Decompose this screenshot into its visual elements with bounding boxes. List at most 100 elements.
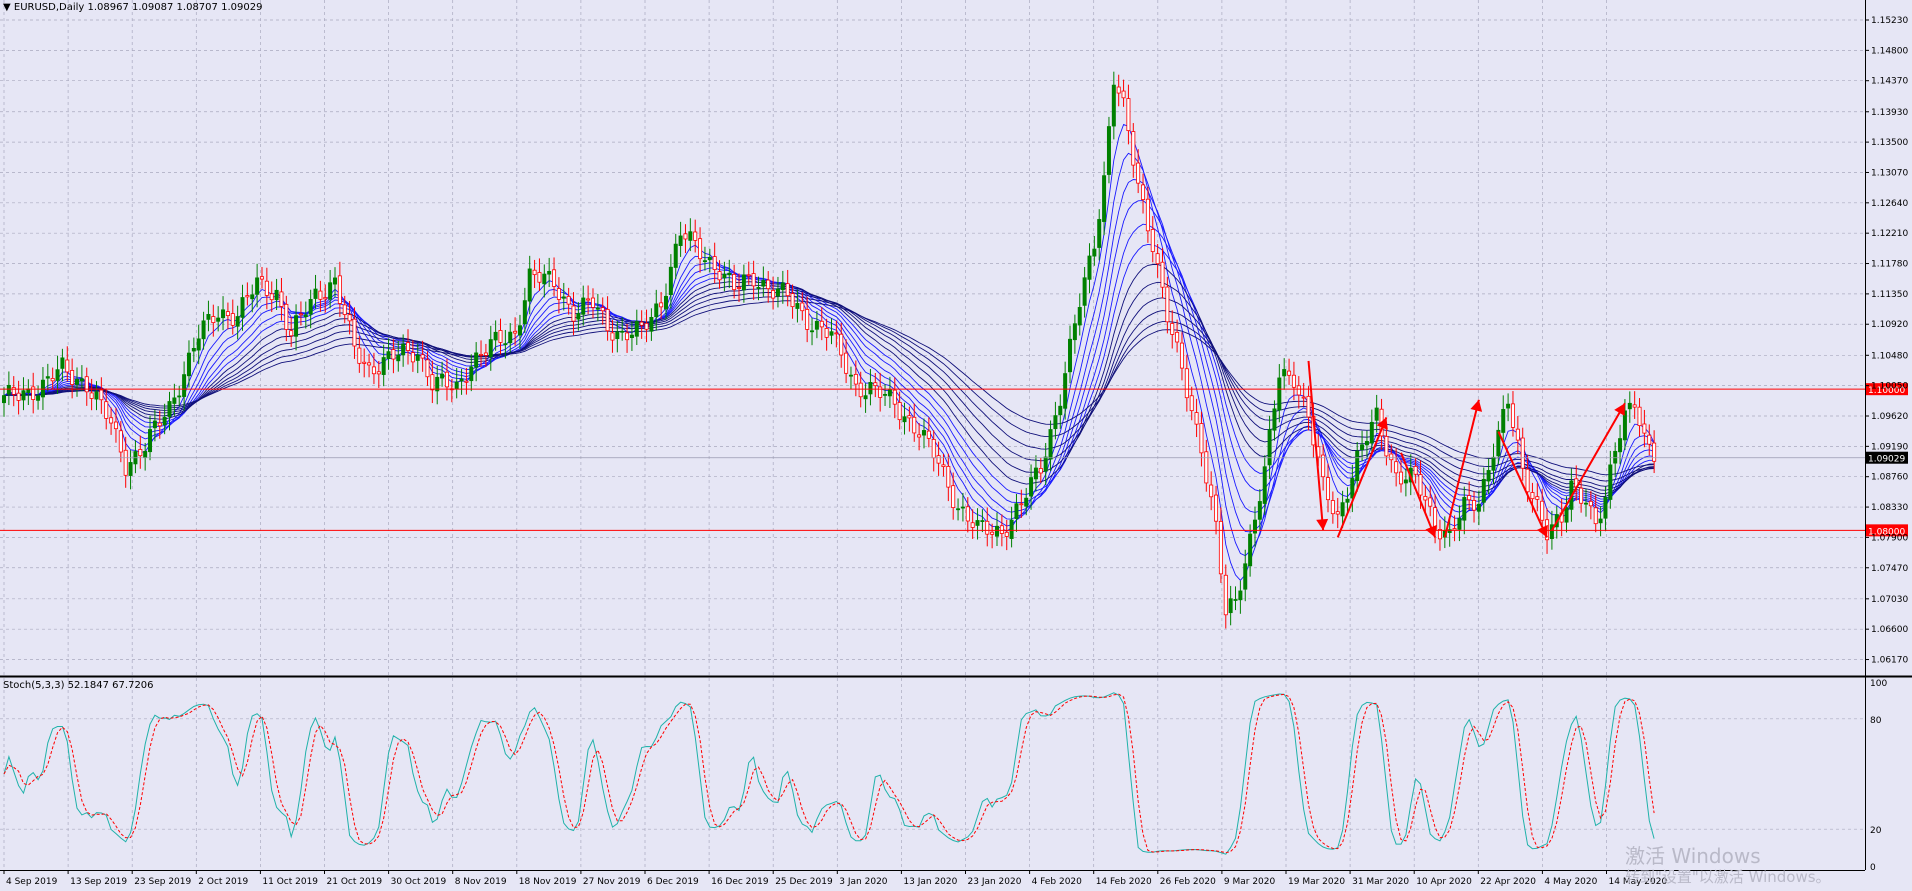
candle-body-101	[493, 331, 498, 341]
candle-body-78	[381, 357, 386, 375]
price-tick-label-21: 1.06170	[1871, 656, 1908, 666]
candle-body-123	[600, 307, 605, 312]
candle-body-331	[1613, 450, 1618, 464]
candle-body-338	[1647, 434, 1652, 445]
candle-body-251	[1223, 574, 1228, 616]
candle-body-248	[1209, 484, 1214, 498]
candle-body-205	[999, 525, 1004, 534]
candle-body-125	[610, 332, 615, 341]
time-tick-label-4: 11 Oct 2019	[262, 877, 318, 887]
candle-body-253	[1233, 599, 1238, 601]
candle-body-246	[1199, 423, 1204, 454]
price-tick-label-7: 1.12210	[1871, 229, 1908, 239]
candle-body-334	[1627, 402, 1632, 410]
candle-body-187	[912, 416, 917, 434]
candle-body-221	[1077, 307, 1082, 326]
time-tick-label-14: 13 Jan 2020	[903, 877, 957, 887]
stoch-header: Stoch(5,3,3) 52.1847 67.7206	[3, 680, 154, 691]
candle-body-274	[1335, 511, 1340, 515]
candle-body-119	[581, 297, 586, 315]
candle-body-276	[1345, 498, 1350, 503]
candle-body-278	[1355, 450, 1360, 481]
price-tick-label-3: 1.13930	[1871, 108, 1908, 118]
candle-body-104	[508, 331, 513, 344]
candle-body-31	[152, 420, 157, 429]
candle-body-261	[1272, 408, 1277, 431]
candle-body-244	[1189, 395, 1194, 412]
candle-body-4	[21, 390, 26, 401]
candle-body-315	[1535, 496, 1540, 500]
candle-body-168	[819, 320, 824, 328]
candle-body-230	[1121, 90, 1126, 99]
candle-body-156	[761, 280, 766, 287]
candle-body-60	[294, 315, 299, 337]
candle-body-56	[274, 289, 279, 301]
candle-body-97	[474, 352, 479, 368]
candle-body-234	[1141, 184, 1146, 200]
time-tick-label-22: 10 Apr 2020	[1416, 877, 1472, 887]
candle-body-149	[727, 272, 732, 276]
candle-body-134	[654, 303, 659, 318]
candle-body-41	[201, 320, 206, 340]
candle-body-325	[1583, 502, 1588, 505]
watermark-title: 激活 Windows	[1625, 844, 1761, 868]
candle-body-303	[1476, 503, 1481, 512]
time-tick-label-21: 31 Mar 2020	[1352, 877, 1409, 887]
candle-body-72	[352, 318, 357, 347]
candle-body-286	[1394, 461, 1399, 474]
candle-body-112	[547, 270, 552, 275]
candle-body-73	[357, 347, 362, 364]
candle-body-116	[566, 295, 571, 305]
candle-body-193	[941, 464, 946, 468]
candle-body-223	[1087, 255, 1092, 280]
candle-body-7	[36, 395, 41, 401]
candle-body-84	[410, 352, 415, 363]
candle-body-301	[1467, 495, 1472, 501]
price-tick-label-10: 1.10920	[1871, 320, 1908, 330]
candle-body-81	[396, 354, 401, 362]
candle-body-243	[1184, 368, 1189, 399]
candle-body-249	[1214, 494, 1219, 522]
candle-body-67	[328, 282, 333, 300]
candle-body-306	[1491, 456, 1496, 471]
candle-body-102	[498, 330, 503, 343]
candle-body-199	[970, 522, 975, 528]
candle-body-312	[1520, 437, 1525, 469]
time-tick-label-16: 4 Feb 2020	[1032, 877, 1083, 887]
candle-body-53	[259, 276, 264, 280]
candle-body-174	[848, 374, 853, 377]
candle-body-299	[1457, 517, 1462, 530]
candle-body-309	[1506, 403, 1511, 409]
candle-body-18	[89, 392, 94, 399]
candle-body-260	[1267, 429, 1272, 466]
candle-body-23	[113, 421, 118, 430]
candle-body-254	[1238, 590, 1243, 601]
candle-body-0	[2, 395, 7, 404]
candle-body-43	[211, 316, 216, 323]
candle-body-117	[571, 305, 576, 322]
candle-body-74	[362, 361, 367, 364]
candle-body-257	[1252, 519, 1257, 534]
time-tick-label-13: 3 Jan 2020	[839, 877, 887, 887]
candle-body-21	[104, 401, 109, 419]
candle-body-86	[420, 354, 425, 359]
candle-body-232	[1131, 131, 1136, 166]
candle-body-49	[240, 297, 245, 318]
price-tick-label-12: 1.10050	[1871, 382, 1908, 392]
candle-body-38	[186, 352, 191, 377]
candle-body-88	[430, 374, 435, 391]
candle-body-339	[1652, 442, 1657, 462]
candle-body-177	[863, 395, 868, 400]
candle-body-196	[956, 508, 961, 511]
candle-body-120	[586, 298, 591, 301]
candle-body-69	[337, 275, 342, 304]
candle-body-106	[517, 325, 522, 336]
candle-body-57	[279, 291, 284, 307]
candle-body-145	[707, 256, 712, 261]
candle-body-167	[814, 320, 819, 330]
candle-body-175	[853, 373, 858, 385]
candle-body-108	[527, 268, 532, 302]
candle-body-11	[55, 369, 60, 381]
candle-body-324	[1579, 487, 1584, 504]
time-tick-label-19: 9 Mar 2020	[1224, 877, 1276, 887]
